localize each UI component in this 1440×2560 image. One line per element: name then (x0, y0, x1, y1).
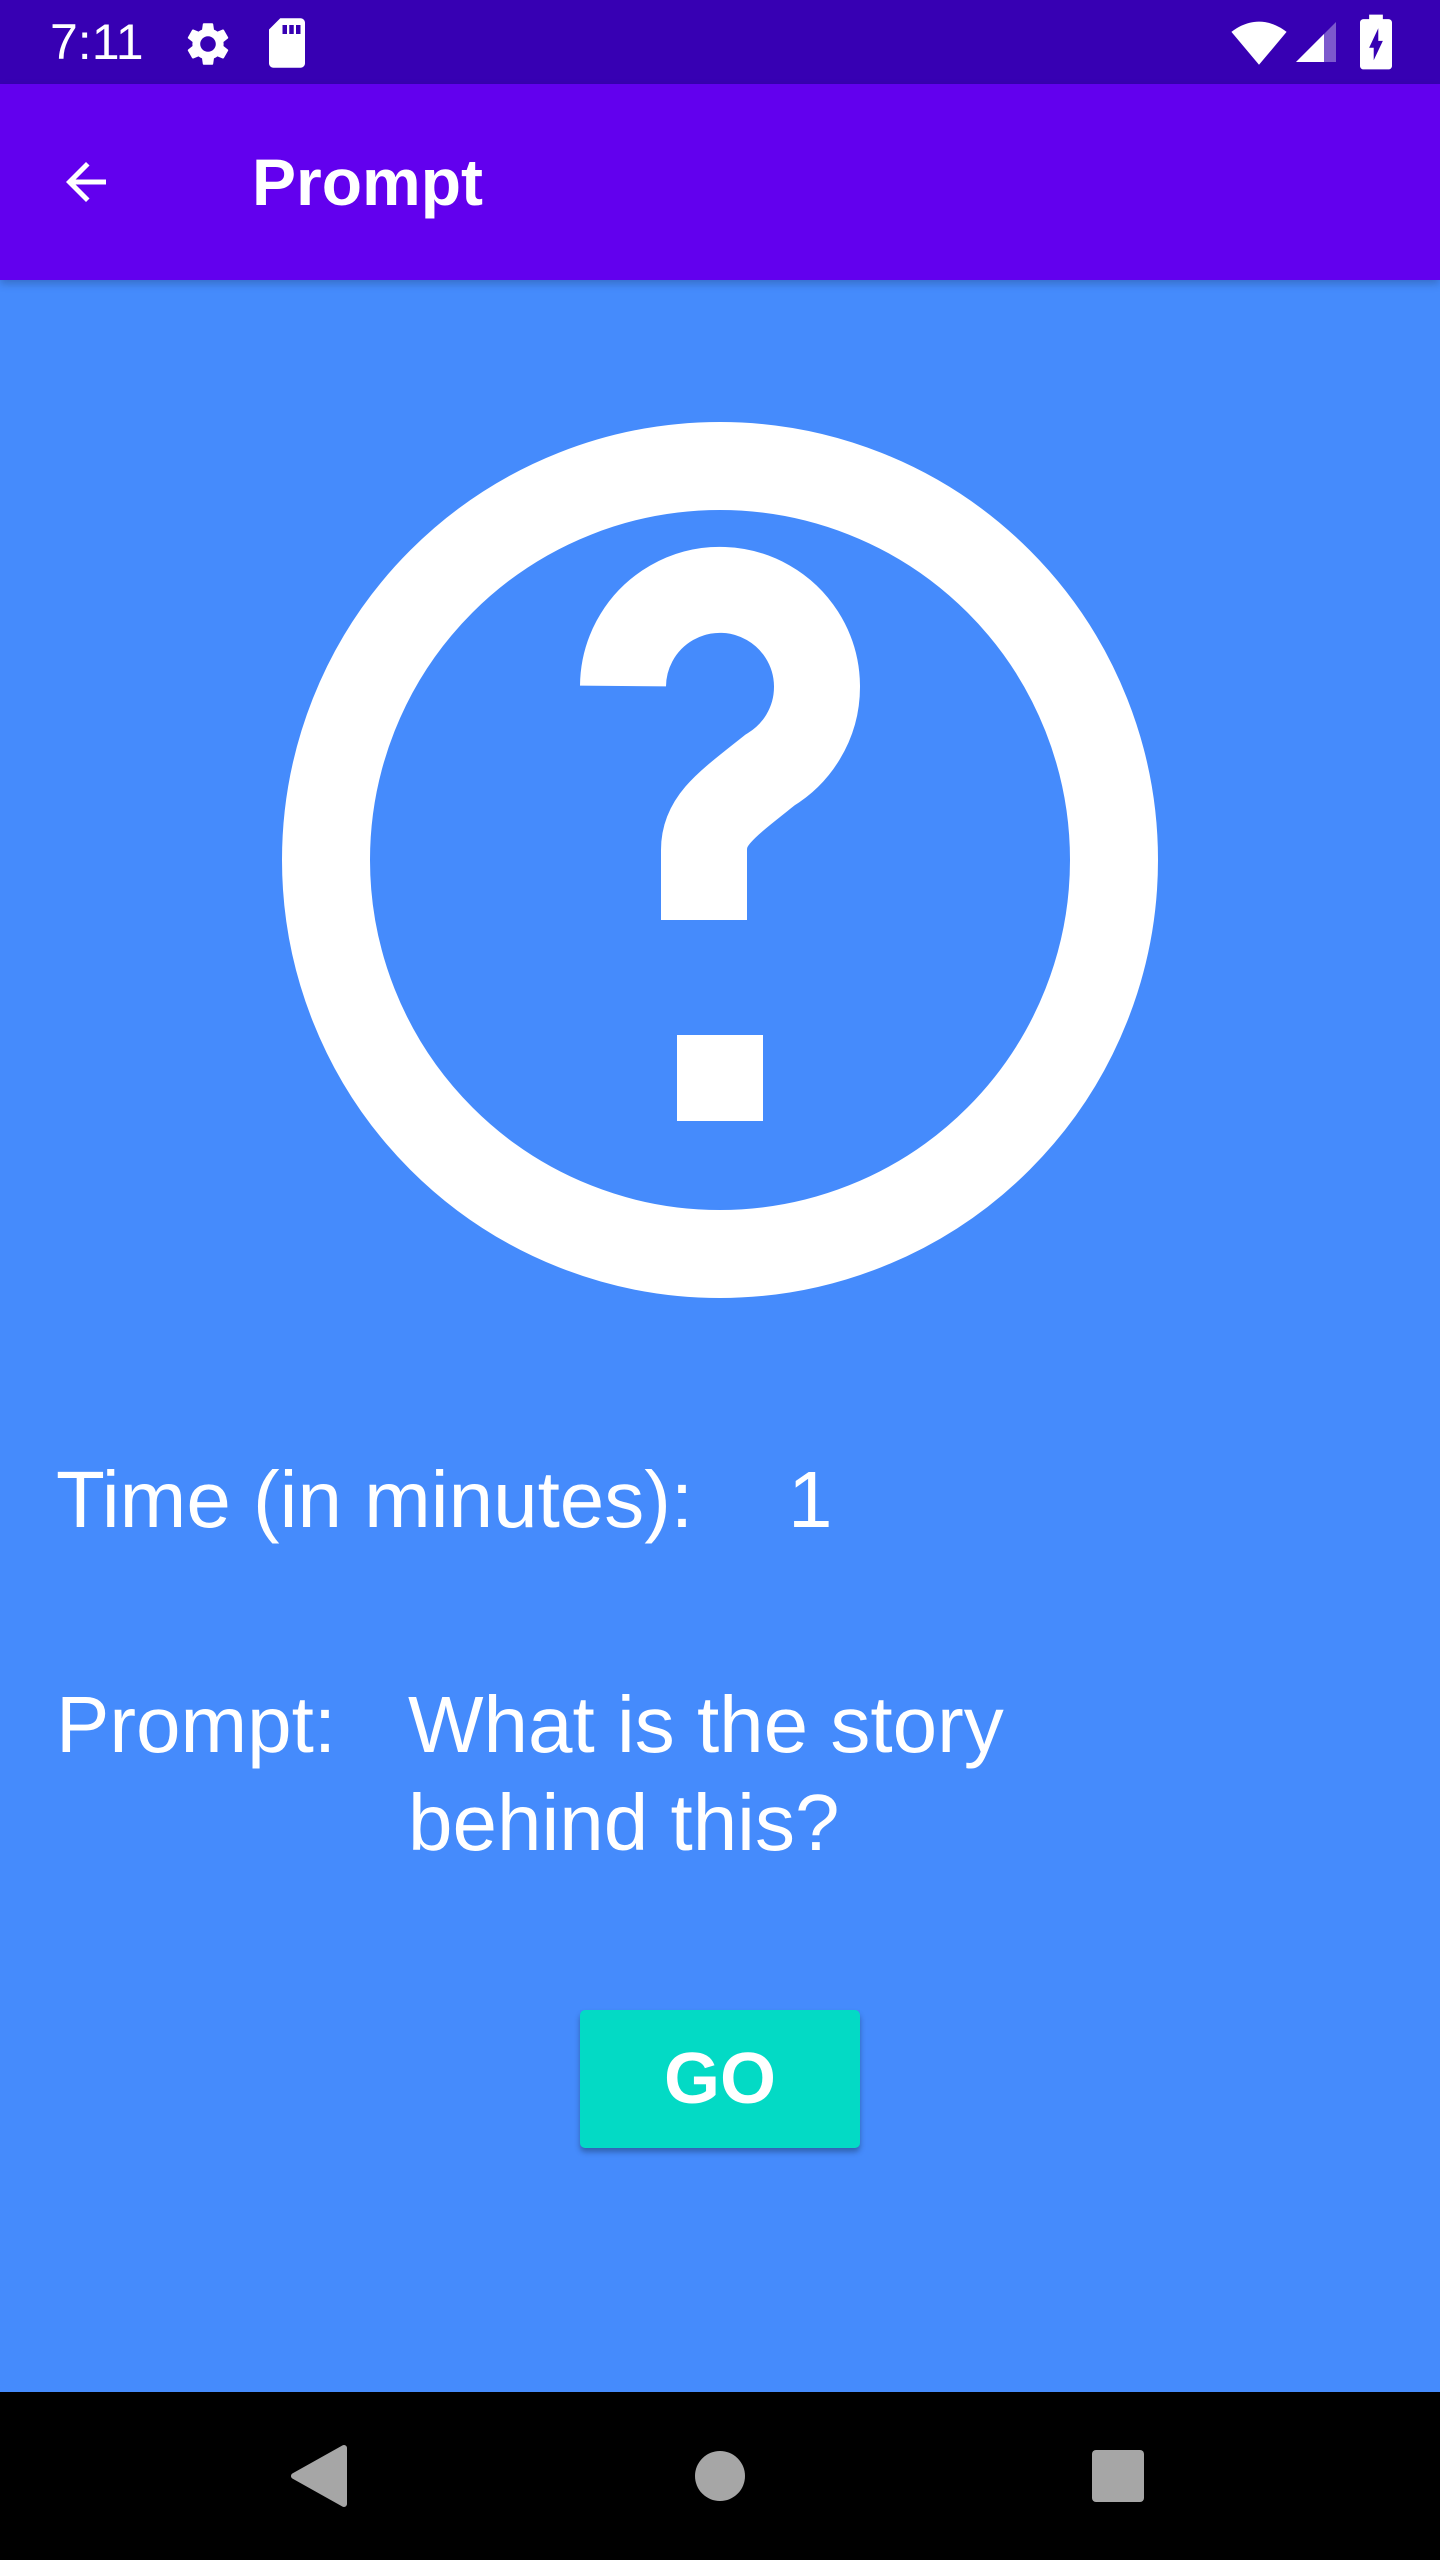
navigation-bar (0, 2392, 1440, 2560)
battery-charging-icon (1360, 14, 1392, 70)
nav-recents-button[interactable] (1068, 2426, 1168, 2526)
nav-back-button[interactable] (268, 2426, 368, 2526)
settings-icon (187, 23, 229, 65)
cellular-signal-icon (1296, 22, 1336, 62)
arrow-back-icon (66, 162, 106, 202)
app-bar: Prompt (0, 84, 1440, 280)
nav-back-icon (291, 2445, 347, 2507)
time-label: Time (in minutes): (56, 1455, 694, 1544)
time-row: Time (in minutes): 1 (56, 1450, 1356, 1550)
time-value: 1 (788, 1455, 833, 1544)
go-button[interactable]: GO (580, 2010, 860, 2148)
status-bar: 7:11 (0, 0, 1440, 84)
nav-home-button[interactable] (670, 2426, 770, 2526)
sd-card-icon (269, 18, 305, 68)
nav-home-icon (695, 2451, 745, 2501)
prompt-text: What is the story behind this? (408, 1680, 1004, 1867)
help-circle-icon (282, 422, 1158, 1298)
wifi-icon (1231, 21, 1287, 65)
status-time: 7:11 (50, 14, 144, 70)
back-button[interactable] (40, 136, 132, 228)
prompt-label: Prompt: (56, 1680, 337, 1769)
prompt-screen: 7:11 Prompt Time (in minutes): 1 Prompt:… (0, 0, 1440, 2560)
page-title: Prompt (252, 145, 483, 219)
nav-recents-icon (1092, 2450, 1144, 2502)
